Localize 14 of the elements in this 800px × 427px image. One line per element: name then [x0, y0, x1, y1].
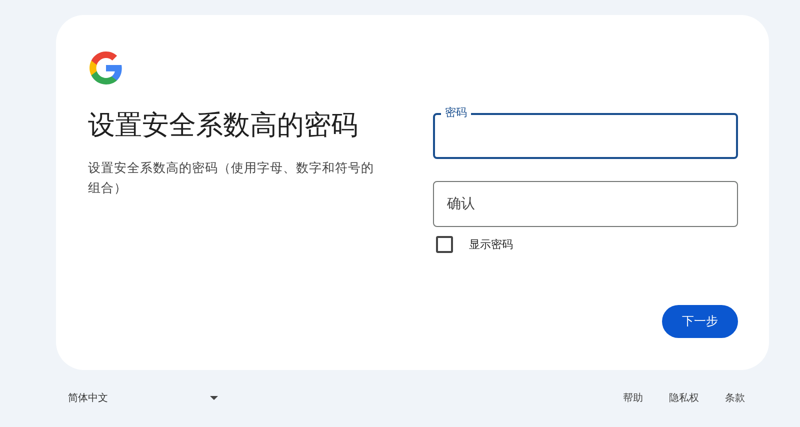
- footer-link[interactable]: 条款: [725, 390, 745, 404]
- checkbox[interactable]: [436, 236, 453, 253]
- next-button[interactable]: 下一步: [662, 305, 738, 338]
- password-field[interactable]: 密码: [433, 106, 738, 159]
- field-label: 密码: [441, 106, 471, 120]
- caret-icon: [210, 396, 218, 400]
- footer-link[interactable]: 隐私权: [669, 390, 699, 404]
- logo-icon: [88, 50, 124, 86]
- checkbox-label[interactable]: 显示密码: [469, 237, 513, 252]
- description-text: 设置安全系数高的密码（使用字母、数字和符号的组合）: [88, 159, 375, 197]
- page-title: 设置安全系数高的密码: [88, 109, 359, 143]
- footer-link[interactable]: 帮助: [623, 390, 643, 404]
- language-dropdown[interactable]: 简体中文: [68, 390, 218, 404]
- password-field[interactable]: 确认: [433, 181, 738, 227]
